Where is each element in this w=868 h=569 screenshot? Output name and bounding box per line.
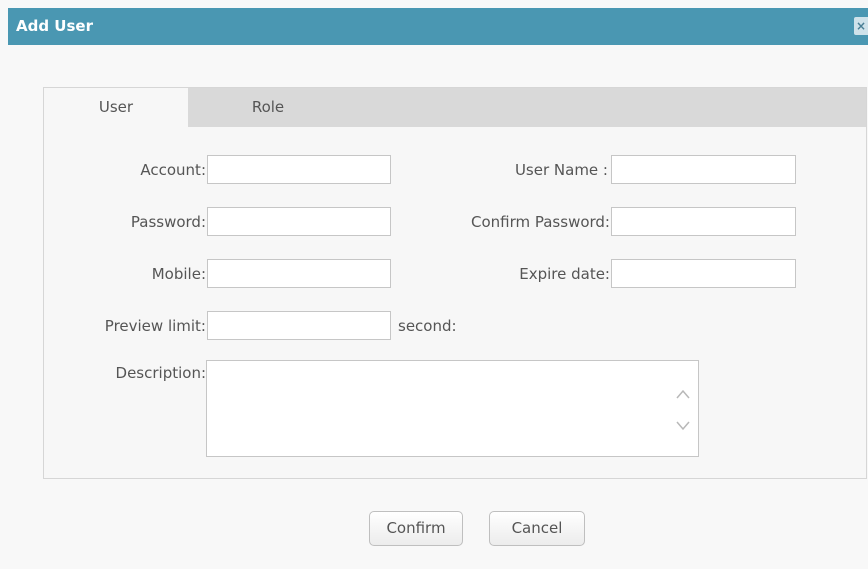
chevron-up-icon[interactable] xyxy=(676,385,690,399)
close-button[interactable]: × xyxy=(854,17,868,35)
confirm-button[interactable]: Confirm xyxy=(369,511,463,546)
cancel-button[interactable]: Cancel xyxy=(489,511,585,546)
tab-role[interactable]: Role xyxy=(188,88,348,127)
account-input[interactable] xyxy=(207,155,391,184)
password-label: Password: xyxy=(130,213,206,231)
confirm-password-input[interactable] xyxy=(611,207,796,236)
description-textarea[interactable] xyxy=(206,360,699,457)
confirm-password-label: Confirm Password: xyxy=(470,213,610,231)
chevron-down-icon[interactable] xyxy=(676,417,690,431)
tab-bar: User Role xyxy=(44,88,866,127)
expire-date-input[interactable] xyxy=(611,259,796,288)
user-name-label: User Name : xyxy=(514,161,608,179)
tab-user[interactable]: User xyxy=(44,88,188,127)
mobile-input[interactable] xyxy=(207,259,391,288)
account-label: Account: xyxy=(140,161,206,179)
close-icon: × xyxy=(855,19,867,33)
password-input[interactable] xyxy=(207,207,391,236)
dialog-titlebar: Add User × xyxy=(8,8,868,45)
preview-limit-label: Preview limit: xyxy=(104,317,206,335)
dialog-title: Add User xyxy=(16,17,93,35)
mobile-label: Mobile: xyxy=(151,265,206,283)
add-user-dialog: Add User × User Role Account: User Name … xyxy=(0,0,868,569)
preview-limit-unit: second: xyxy=(398,317,457,335)
description-label: Description: xyxy=(115,364,206,382)
preview-limit-input[interactable] xyxy=(207,311,391,340)
expire-date-label: Expire date: xyxy=(519,265,610,283)
user-name-input[interactable] xyxy=(611,155,796,184)
